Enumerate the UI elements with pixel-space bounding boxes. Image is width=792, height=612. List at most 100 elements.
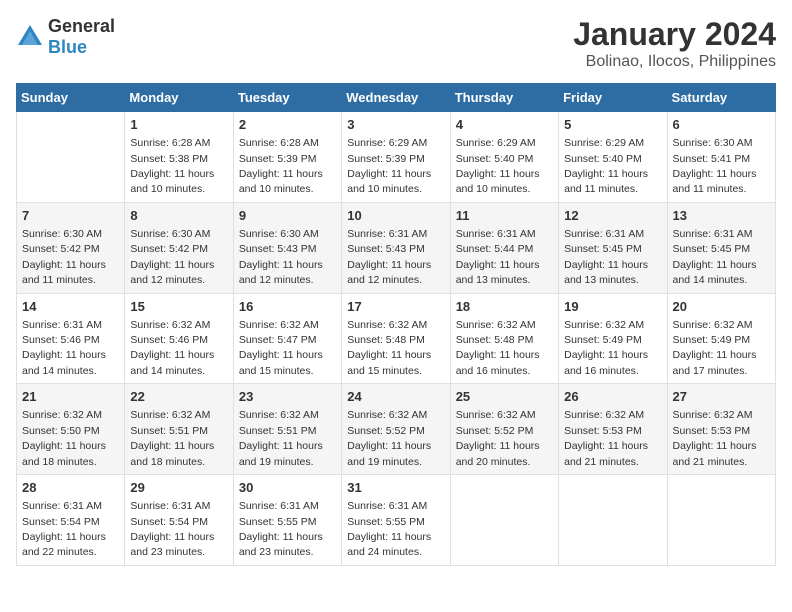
calendar-cell: 7Sunrise: 6:30 AM Sunset: 5:42 PM Daylig…: [17, 202, 125, 293]
day-info: Sunrise: 6:30 AM Sunset: 5:41 PM Dayligh…: [673, 137, 757, 195]
day-info: Sunrise: 6:31 AM Sunset: 5:45 PM Dayligh…: [564, 228, 648, 286]
column-header-saturday: Saturday: [667, 84, 775, 112]
calendar-cell: 14 Sunrise: 6:31 AM Sunset: 5:46 PM Dayli…: [17, 293, 125, 384]
day-info: Sunrise: 6:31 AM Sunset: 5:45 PM Dayligh…: [673, 228, 757, 286]
calendar-cell: 17 Sunrise: 6:32 AM Sunset: 5:48 PM Dayli…: [342, 293, 450, 384]
calendar-cell: 25Sunrise: 6:32 AM Sunset: 5:52 PM Dayli…: [450, 384, 558, 475]
calendar-cell: 19 Sunrise: 6:32 AM Sunset: 5:49 PM Dayli…: [559, 293, 667, 384]
day-number: 28: [22, 479, 119, 497]
day-info: Sunrise: 6:32 AM Sunset: 5:48 PM Dayligh…: [347, 319, 431, 377]
day-info: Sunrise: 6:32 AM Sunset: 5:50 PM Dayligh…: [22, 409, 106, 467]
day-info: Sunrise: 6:30 AM Sunset: 5:43 PM Dayligh…: [239, 228, 323, 286]
day-number: 11: [456, 207, 553, 225]
calendar-cell: 29 Sunrise: 6:31 AM Sunset: 5:54 PM Dayli…: [125, 475, 233, 566]
day-info: Sunrise: 6:28 AM Sunset: 5:39 PM Dayligh…: [239, 137, 323, 195]
day-info: Sunrise: 6:32 AM Sunset: 5:46 PM Dayligh…: [130, 319, 214, 377]
calendar-cell: 20 Sunrise: 6:32 AM Sunset: 5:49 PM Dayli…: [667, 293, 775, 384]
column-header-wednesday: Wednesday: [342, 84, 450, 112]
day-number: 29: [130, 479, 227, 497]
day-number: 2: [239, 116, 336, 134]
day-number: 20: [673, 298, 770, 316]
calendar-cell: 28 Sunrise: 6:31 AM Sunset: 5:54 PM Dayli…: [17, 475, 125, 566]
day-number: 9: [239, 207, 336, 225]
day-info: Sunrise: 6:31 AM Sunset: 5:54 PM Dayligh…: [22, 500, 106, 558]
day-number: 1: [130, 116, 227, 134]
day-info: Sunrise: 6:32 AM Sunset: 5:53 PM Dayligh…: [564, 409, 648, 467]
header: General Blue January 2024 Bolinao, Iloco…: [16, 16, 776, 71]
calendar-cell: 2 Sunrise: 6:28 AM Sunset: 5:39 PM Daylig…: [233, 112, 341, 203]
calendar-cell: 26 Sunrise: 6:32 AM Sunset: 5:53 PM Dayli…: [559, 384, 667, 475]
day-number: 12: [564, 207, 661, 225]
calendar-cell: 22Sunrise: 6:32 AM Sunset: 5:51 PM Dayli…: [125, 384, 233, 475]
column-header-monday: Monday: [125, 84, 233, 112]
day-info: Sunrise: 6:29 AM Sunset: 5:40 PM Dayligh…: [456, 137, 540, 195]
week-row-2: 7Sunrise: 6:30 AM Sunset: 5:42 PM Daylig…: [17, 202, 776, 293]
week-row-5: 28 Sunrise: 6:31 AM Sunset: 5:54 PM Dayli…: [17, 475, 776, 566]
calendar-cell: 1 Sunrise: 6:28 AM Sunset: 5:38 PM Daylig…: [125, 112, 233, 203]
column-header-thursday: Thursday: [450, 84, 558, 112]
calendar-cell: 6 Sunrise: 6:30 AM Sunset: 5:41 PM Daylig…: [667, 112, 775, 203]
week-row-3: 14 Sunrise: 6:31 AM Sunset: 5:46 PM Dayli…: [17, 293, 776, 384]
week-row-1: 1 Sunrise: 6:28 AM Sunset: 5:38 PM Daylig…: [17, 112, 776, 203]
column-header-friday: Friday: [559, 84, 667, 112]
calendar-cell: 30 Sunrise: 6:31 AM Sunset: 5:55 PM Dayli…: [233, 475, 341, 566]
day-info: Sunrise: 6:32 AM Sunset: 5:47 PM Dayligh…: [239, 319, 323, 377]
day-info: Sunrise: 6:31 AM Sunset: 5:43 PM Dayligh…: [347, 228, 431, 286]
day-info: Sunrise: 6:30 AM Sunset: 5:42 PM Dayligh…: [22, 228, 106, 286]
main-title: January 2024: [573, 16, 776, 53]
calendar-cell: 12 Sunrise: 6:31 AM Sunset: 5:45 PM Dayli…: [559, 202, 667, 293]
day-number: 4: [456, 116, 553, 134]
column-header-sunday: Sunday: [17, 84, 125, 112]
calendar-cell: 5Sunrise: 6:29 AM Sunset: 5:40 PM Daylig…: [559, 112, 667, 203]
day-info: Sunrise: 6:31 AM Sunset: 5:55 PM Dayligh…: [347, 500, 431, 558]
calendar-cell: 8Sunrise: 6:30 AM Sunset: 5:42 PM Daylig…: [125, 202, 233, 293]
calendar-cell: 15 Sunrise: 6:32 AM Sunset: 5:46 PM Dayli…: [125, 293, 233, 384]
logo-blue: Blue: [48, 37, 87, 57]
day-info: Sunrise: 6:29 AM Sunset: 5:40 PM Dayligh…: [564, 137, 648, 195]
day-number: 14: [22, 298, 119, 316]
day-info: Sunrise: 6:31 AM Sunset: 5:46 PM Dayligh…: [22, 319, 106, 377]
calendar-cell: [559, 475, 667, 566]
day-number: 26: [564, 388, 661, 406]
calendar-cell: 16 Sunrise: 6:32 AM Sunset: 5:47 PM Dayli…: [233, 293, 341, 384]
calendar-cell: 13Sunrise: 6:31 AM Sunset: 5:45 PM Dayli…: [667, 202, 775, 293]
day-info: Sunrise: 6:32 AM Sunset: 5:48 PM Dayligh…: [456, 319, 540, 377]
day-number: 22: [130, 388, 227, 406]
day-number: 3: [347, 116, 444, 134]
day-number: 16: [239, 298, 336, 316]
day-number: 17: [347, 298, 444, 316]
day-info: Sunrise: 6:32 AM Sunset: 5:53 PM Dayligh…: [673, 409, 757, 467]
day-info: Sunrise: 6:31 AM Sunset: 5:44 PM Dayligh…: [456, 228, 540, 286]
day-info: Sunrise: 6:32 AM Sunset: 5:52 PM Dayligh…: [347, 409, 431, 467]
day-number: 6: [673, 116, 770, 134]
day-info: Sunrise: 6:28 AM Sunset: 5:38 PM Dayligh…: [130, 137, 214, 195]
logo: General Blue: [16, 16, 115, 58]
day-number: 23: [239, 388, 336, 406]
calendar-cell: [17, 112, 125, 203]
calendar-cell: 24Sunrise: 6:32 AM Sunset: 5:52 PM Dayli…: [342, 384, 450, 475]
title-area: January 2024 Bolinao, Ilocos, Philippine…: [573, 16, 776, 71]
day-number: 19: [564, 298, 661, 316]
day-number: 18: [456, 298, 553, 316]
calendar-cell: 18 Sunrise: 6:32 AM Sunset: 5:48 PM Dayli…: [450, 293, 558, 384]
subtitle: Bolinao, Ilocos, Philippines: [573, 53, 776, 71]
calendar-cell: 23 Sunrise: 6:32 AM Sunset: 5:51 PM Dayli…: [233, 384, 341, 475]
day-number: 15: [130, 298, 227, 316]
calendar-cell: 27 Sunrise: 6:32 AM Sunset: 5:53 PM Dayli…: [667, 384, 775, 475]
day-number: 31: [347, 479, 444, 497]
day-info: Sunrise: 6:30 AM Sunset: 5:42 PM Dayligh…: [130, 228, 214, 286]
calendar-cell: 11 Sunrise: 6:31 AM Sunset: 5:44 PM Dayli…: [450, 202, 558, 293]
day-info: Sunrise: 6:32 AM Sunset: 5:49 PM Dayligh…: [673, 319, 757, 377]
day-number: 10: [347, 207, 444, 225]
logo-general: General: [48, 16, 115, 36]
day-info: Sunrise: 6:31 AM Sunset: 5:54 PM Dayligh…: [130, 500, 214, 558]
day-number: 30: [239, 479, 336, 497]
day-info: Sunrise: 6:32 AM Sunset: 5:49 PM Dayligh…: [564, 319, 648, 377]
day-number: 25: [456, 388, 553, 406]
day-info: Sunrise: 6:31 AM Sunset: 5:55 PM Dayligh…: [239, 500, 323, 558]
calendar-cell: [667, 475, 775, 566]
column-header-tuesday: Tuesday: [233, 84, 341, 112]
day-info: Sunrise: 6:32 AM Sunset: 5:51 PM Dayligh…: [239, 409, 323, 467]
day-number: 27: [673, 388, 770, 406]
calendar-cell: 31 Sunrise: 6:31 AM Sunset: 5:55 PM Dayli…: [342, 475, 450, 566]
